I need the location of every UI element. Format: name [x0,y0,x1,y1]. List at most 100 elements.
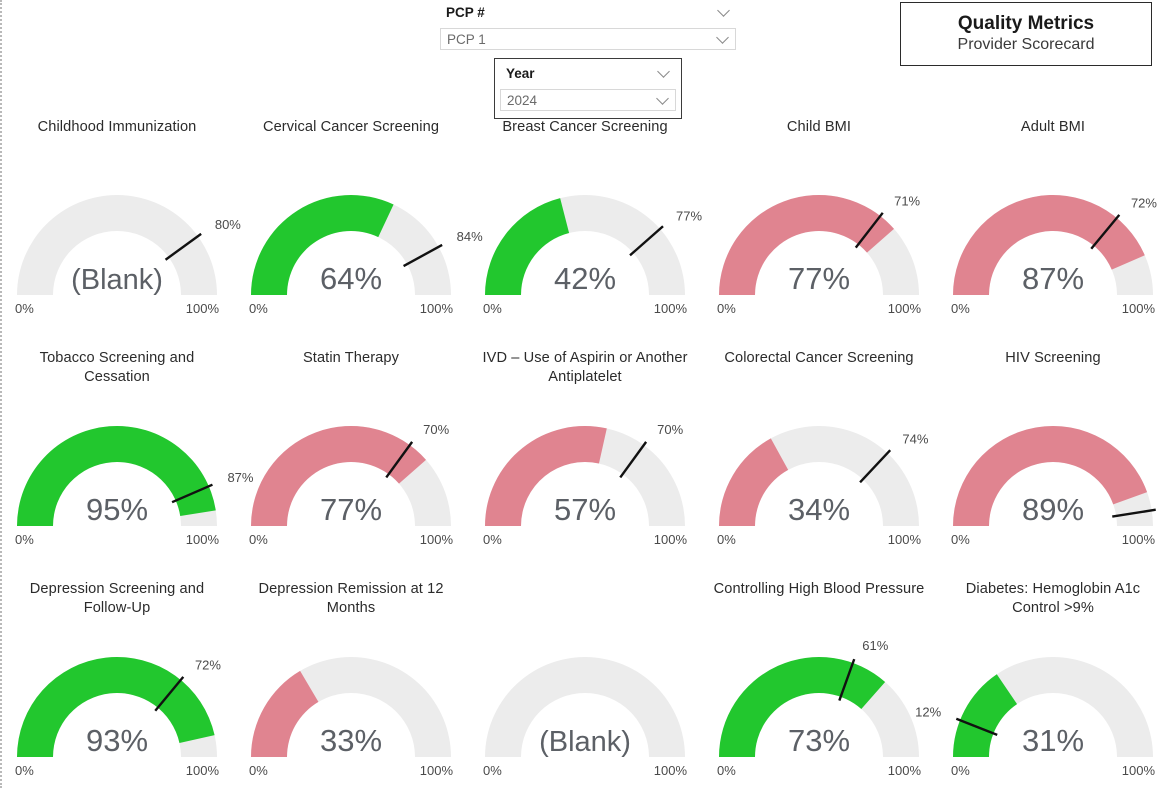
gauge-title: Controlling High Blood Pressure [713,581,925,597]
chevron-down-icon[interactable] [717,4,730,17]
page-subtitle: Provider Scorecard [957,36,1095,54]
gauge-axis-min: 0% [717,763,736,778]
gauge-value: 77% [320,492,382,527]
gauge-visual: 95%89%0%100% [936,383,1170,563]
gauge-title: Diabetes: Hemoglobin A1c Control >9% [965,581,1141,616]
gauge-axis-max: 100% [1122,301,1156,316]
gauge-value: 87% [1022,261,1084,296]
gauge-visual: 84% 64% 0% 100% [234,152,483,332]
gauge-card[interactable]: Childhood Immunization 80% (Blank) 0% 100% [0,112,241,343]
gauge-target-label: 74% [902,431,928,446]
slicer-pcp[interactable]: PCP # PCP 1 [440,2,736,50]
slicer-year[interactable]: Year 2024 [494,58,682,119]
slicer-pcp-label: PCP # [446,4,485,20]
gauge-card[interactable]: Colorectal Cancer Screening 74% 34% 0% 100% [702,343,936,574]
gauge-value: 57% [554,492,616,527]
gauge-row: Tobacco Screening and Cessation 87% 95% 0% 1… [0,343,1170,574]
gauge-card[interactable]: Child BMI 71% 77% 0% 100% [702,112,936,343]
slicer-year-header[interactable]: Year [500,63,676,83]
gauge-visual: 80% (Blank) 0% 100% [0,152,241,332]
slicer-pcp-value-text: PCP 1 [447,31,486,47]
gauge-value: 77% [788,261,850,296]
gauge-axis-max: 100% [1122,532,1156,547]
gauge-title: Childhood Immunization [37,119,197,135]
gauge-axis-max: 100% [888,301,922,316]
gauge-card[interactable]: Cervical Cancer Screening 84% 64% 0% 100% [234,112,483,343]
gauge-axis-max: 100% [654,532,688,547]
gauge-card[interactable]: Depression Screening and Follow-Up 72% 93%… [0,574,234,788]
gauge-title: Depression Screening and Follow-Up [29,581,205,616]
gauge-title: Cervical Cancer Screening [262,119,440,135]
gauge-card[interactable]: Breast Cancer Screening 77% 42% 0% 100% [468,112,702,343]
gauge-axis-max: 100% [654,301,688,316]
gauge-value: 89% [1022,492,1084,527]
gauge-value: (Blank) [71,264,163,296]
gauge-card[interactable]: Diabetes: Hemoglobin A1c Control >9% 12% 3… [915,574,1170,788]
chevron-down-icon[interactable] [716,31,729,44]
gauge-card[interactable]: Adult BMI 72% 87% 0% 100% [936,112,1170,343]
slicer-year-value[interactable]: 2024 [500,89,676,111]
gauge-value: 42% [554,261,616,296]
gauge-target-label: 70% [423,422,449,437]
gauge-axis-min: 0% [483,301,502,316]
gauge-target-label: 61% [862,638,888,653]
gauge-card[interactable]: Controlling High Blood Pressure 61% 73% 0% 1… [702,574,936,788]
page-title: Quality Metrics [957,12,1095,34]
gauge-target-label: 12% [915,704,941,719]
gauge-axis-min: 0% [249,763,268,778]
gauge-axis-min: 0% [717,532,736,547]
slicer-pcp-header[interactable]: PCP # [440,2,736,22]
gauge-visual: 33% 0% 100% [234,614,468,788]
gauge-axis-max: 100% [888,763,922,778]
chevron-down-icon[interactable] [656,92,669,105]
gauge-axis-min: 0% [717,301,736,316]
gauge-visual: 87% 95% 0% 100% [0,383,254,563]
gauge-card[interactable]: Tobacco Screening and Cessation 87% 95% 0% 1… [0,343,254,574]
gauge-title: Depression Remission at 12 Months [258,581,444,616]
gauge-title: Breast Cancer Screening [502,119,668,135]
gauge-axis-min: 0% [249,532,268,547]
gauge-visual: 61% 73% 0% 100% [702,614,936,788]
slicer-pcp-value[interactable]: PCP 1 [440,28,736,50]
gauge-grid: Childhood Immunization 80% (Blank) 0% 100% Ce… [0,112,1170,788]
slicer-year-value-text: 2024 [507,92,538,108]
gauge-title: Child BMI [786,119,852,135]
gauge-title: Adult BMI [1020,119,1086,135]
gauge-visual: 70% 57% 0% 100% [468,383,702,563]
gauge-title: Statin Therapy [302,350,400,366]
gauge-card[interactable]: Depression Remission at 12 Months 33% 0% 10… [234,574,468,788]
gauge-axis-max: 100% [186,763,220,778]
gauge-row: Depression Screening and Follow-Up 72% 93%… [0,574,1170,788]
gauge-card[interactable]: IVD – Use of Aspirin or Another Antiplat… [468,343,702,574]
gauge-axis-max: 100% [420,532,454,547]
gauge-row: Childhood Immunization 80% (Blank) 0% 100% Ce… [0,112,1170,343]
gauge-title: Colorectal Cancer Screening [724,350,914,366]
slicer-year-label: Year [506,65,535,81]
gauge-axis-max: 100% [186,301,220,316]
gauge-visual: (Blank) 0% 100% [468,614,702,788]
gauge-visual: 77% 42% 0% 100% [468,152,702,332]
gauge-title: Tobacco Screening and Cessation [39,350,195,385]
gauge-axis-max: 100% [420,301,454,316]
gauge-title: IVD – Use of Aspirin or Another Antiplat… [482,350,688,385]
gauge-card[interactable]: Statin Therapy 70% 77% 0% 100% [234,343,468,574]
gauge-visual: 12% 31% 0% 100% [915,614,1170,788]
gauge-visual: 74% 34% 0% 100% [702,383,936,563]
gauge-target-label: 77% [676,208,702,223]
gauge-axis-min: 0% [483,532,502,547]
gauge-card[interactable]: (Blank) 0% 100% [468,574,702,788]
gauge-axis-max: 100% [888,532,922,547]
gauge-visual: 72% 87% 0% 100% [936,152,1170,332]
gauge-visual: 71% 77% 0% 100% [702,152,936,332]
gauge-value: (Blank) [539,726,631,758]
gauge-card[interactable]: HIV Screening95%89%0%100% [936,343,1170,574]
gauge-value: 33% [320,723,382,758]
gauge-target-label: 71% [894,193,920,208]
gauge-axis-max: 100% [420,763,454,778]
gauge-axis-min: 0% [483,763,502,778]
chevron-down-icon[interactable] [657,65,670,78]
gauge-axis-min: 0% [249,301,268,316]
gauge-axis-min: 0% [951,301,970,316]
gauge-value: 93% [86,723,148,758]
gauge-value: 31% [1022,723,1084,758]
